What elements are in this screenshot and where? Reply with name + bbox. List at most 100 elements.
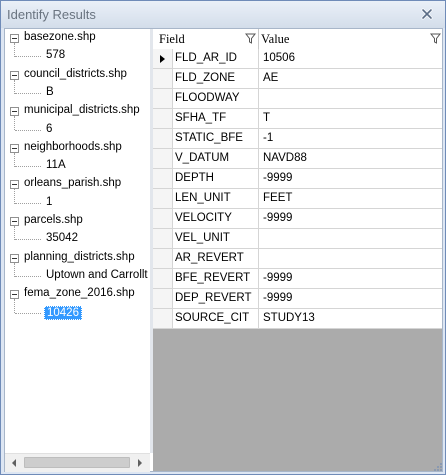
tree-layer-node[interactable]: orleans_parish.shp [24, 177, 121, 189]
value-cell[interactable]: -9999 [263, 292, 292, 304]
collapse-toggle-icon[interactable] [10, 34, 19, 43]
tree-feature-node[interactable]: B [46, 86, 54, 98]
table-row[interactable]: DEP_REVERT -9999 [153, 289, 442, 309]
collapse-toggle-icon[interactable] [10, 143, 19, 153]
collapse-toggle-icon[interactable] [10, 180, 19, 190]
field-cell[interactable]: FLD_AR_ID [175, 52, 257, 64]
field-cell[interactable]: LEN_UNIT [175, 192, 257, 204]
row-header[interactable] [153, 49, 173, 68]
attribute-grid: Field Value FLD_AR_ID 10506 FLD_ZONE AE FLOO… [153, 29, 442, 453]
row-header[interactable] [153, 189, 173, 208]
table-row[interactable]: FLD_ZONE AE [153, 69, 442, 89]
row-header[interactable] [153, 309, 173, 328]
arrow-left-icon[interactable] [6, 456, 22, 470]
tree-layer-node[interactable]: parcels.shp [24, 214, 83, 226]
tree-layer-node[interactable]: basezone.shp [24, 31, 96, 43]
resize-grip-icon[interactable] [433, 462, 443, 472]
tree-feature-node[interactable]: 1 [46, 196, 52, 208]
value-cell[interactable]: NAVD88 [263, 152, 307, 164]
tree-feature-node[interactable]: 35042 [46, 232, 78, 244]
row-header[interactable] [153, 269, 173, 288]
row-header[interactable] [153, 69, 173, 88]
field-cell[interactable]: V_DATUM [175, 152, 257, 164]
cell-divider [258, 289, 259, 308]
field-cell[interactable]: DEPTH [175, 172, 257, 184]
cell-divider [258, 69, 259, 88]
table-row[interactable]: V_DATUM NAVD88 [153, 149, 442, 169]
tree-feature-node[interactable]: 578 [46, 49, 65, 61]
tree-feature-node[interactable]: Uptown and Carrollt [46, 269, 148, 281]
row-header[interactable] [153, 229, 173, 248]
layer-tree[interactable]: basezone.shp 578 council_districts.shp Bmun… [5, 29, 150, 453]
row-header[interactable] [153, 149, 173, 168]
row-header[interactable] [153, 169, 173, 188]
value-cell[interactable]: AE [263, 72, 278, 84]
value-cell[interactable]: 10506 [263, 52, 295, 64]
value-column-header[interactable]: Value [261, 32, 289, 47]
tree-horizontal-scrollbar[interactable] [5, 453, 150, 472]
table-row[interactable]: AR_REVERT [153, 249, 442, 269]
cell-divider [258, 169, 259, 188]
tree-feature-node[interactable]: 6 [46, 123, 52, 135]
value-cell[interactable]: STUDY13 [263, 312, 315, 324]
filter-icon[interactable] [245, 33, 256, 44]
table-row[interactable]: FLD_AR_ID 10506 [153, 49, 442, 69]
value-cell[interactable]: T [263, 112, 270, 124]
row-header[interactable] [153, 89, 173, 108]
table-row[interactable]: STATIC_BFE -1 [153, 129, 442, 149]
column-divider[interactable] [258, 29, 259, 49]
tree-layer-node[interactable]: planning_districts.shp [24, 251, 135, 263]
tree-layer-node[interactable]: fema_zone_2016.shp [24, 287, 135, 299]
field-cell[interactable]: AR_REVERT [175, 252, 257, 264]
table-row[interactable]: SOURCE_CIT STUDY13 [153, 309, 442, 329]
collapse-toggle-icon[interactable] [10, 107, 19, 117]
cell-divider [258, 209, 259, 228]
field-cell[interactable]: BFE_REVERT [175, 272, 257, 284]
close-icon[interactable] [418, 5, 436, 23]
collapse-toggle-icon[interactable] [10, 253, 19, 263]
tree-connector [14, 299, 15, 314]
table-row[interactable]: DEPTH -9999 [153, 169, 442, 189]
arrow-right-icon[interactable] [132, 456, 148, 470]
field-cell[interactable]: VEL_UNIT [175, 232, 257, 244]
table-row[interactable]: VEL_UNIT [153, 229, 442, 249]
cell-divider [258, 109, 259, 128]
tree-connector [14, 43, 15, 58]
table-row[interactable]: LEN_UNIT FEET [153, 189, 442, 209]
field-cell[interactable]: DEP_REVERT [175, 292, 257, 304]
value-cell[interactable]: -9999 [263, 172, 292, 184]
collapse-toggle-icon[interactable] [10, 217, 19, 226]
cell-divider [258, 49, 259, 68]
table-row[interactable]: SFHA_TF T [153, 109, 442, 129]
tree-layer-node[interactable]: municipal_districts.shp [24, 104, 140, 116]
field-cell[interactable]: STATIC_BFE [175, 132, 257, 144]
field-cell[interactable]: VELOCITY [175, 212, 257, 224]
field-column-header[interactable]: Field [159, 32, 185, 47]
value-cell[interactable]: -9999 [263, 272, 292, 284]
collapse-toggle-icon[interactable] [10, 290, 19, 300]
tree-feature-node[interactable]: 11A [46, 159, 66, 171]
row-header[interactable] [153, 249, 173, 268]
scrollbar-thumb[interactable] [24, 457, 130, 468]
field-cell[interactable]: SFHA_TF [175, 112, 257, 124]
value-cell[interactable]: -9999 [263, 212, 292, 224]
table-row[interactable]: BFE_REVERT -9999 [153, 269, 442, 289]
tree-layer-node[interactable]: neighborhoods.shp [24, 141, 122, 153]
row-header[interactable] [153, 209, 173, 228]
tree-feature-node-selected[interactable]: 10426 [44, 305, 82, 320]
field-cell[interactable]: SOURCE_CIT [175, 312, 257, 324]
tree-layer-node[interactable]: council_districts.shp [24, 68, 127, 80]
field-cell[interactable]: FLD_ZONE [175, 72, 257, 84]
title-bar[interactable]: Identify Results [1, 1, 445, 28]
filter-icon[interactable] [430, 33, 441, 44]
row-header[interactable] [153, 289, 173, 308]
row-header[interactable] [153, 109, 173, 128]
field-cell[interactable]: FLOODWAY [175, 92, 257, 104]
row-header[interactable] [153, 129, 173, 148]
tree-connector [15, 92, 41, 94]
collapse-toggle-icon[interactable] [10, 70, 19, 80]
value-cell[interactable]: -1 [263, 132, 273, 144]
table-row[interactable]: VELOCITY -9999 [153, 209, 442, 229]
value-cell[interactable]: FEET [263, 192, 292, 204]
table-row[interactable]: FLOODWAY [153, 89, 442, 109]
